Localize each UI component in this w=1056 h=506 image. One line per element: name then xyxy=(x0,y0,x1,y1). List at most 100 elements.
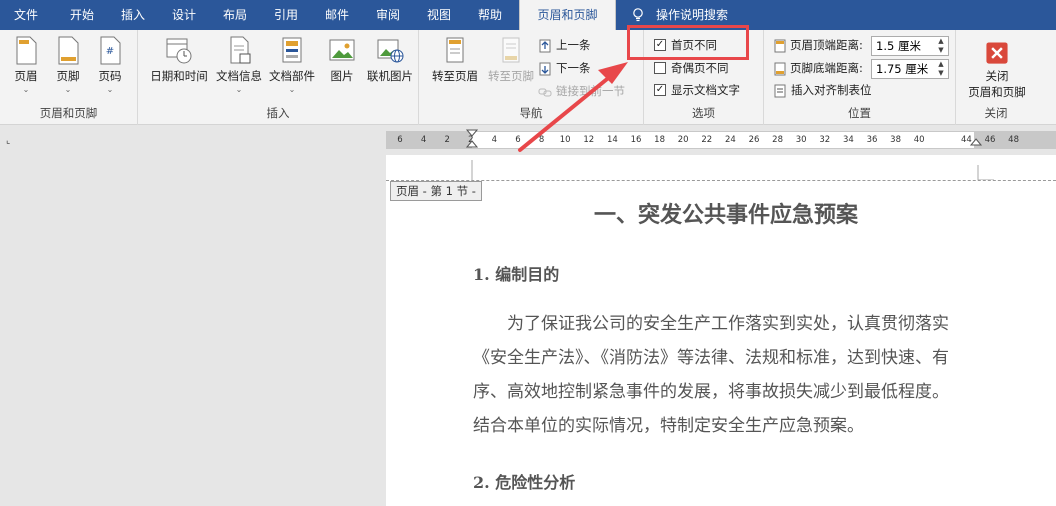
date-time-label: 日期和时间 xyxy=(150,69,208,83)
tab-references[interactable]: 引用 xyxy=(261,0,311,30)
group-label-position: 位置 xyxy=(848,106,871,120)
tab-layout[interactable]: 布局 xyxy=(210,0,260,30)
header-boundary-line xyxy=(386,180,1056,181)
chevron-down-icon: ⌄ xyxy=(64,85,72,94)
checkbox-box[interactable]: ✓ xyxy=(654,83,666,96)
close-label-line1: 关闭 xyxy=(985,69,1009,83)
ruler-tick-label: 40 xyxy=(913,135,925,145)
doc-parts-button[interactable]: 文档部件 ⌄ xyxy=(266,34,318,94)
show-document-text-checkbox[interactable]: ✓ 显示文档文字 xyxy=(654,80,740,100)
ruler-tick-label: 46 xyxy=(984,135,996,145)
svg-text:#: # xyxy=(106,46,114,57)
header-icon xyxy=(16,36,37,65)
chevron-down-icon: ⌄ xyxy=(22,85,30,94)
spin-arrows-icon[interactable]: ▲ ▼ xyxy=(936,37,946,55)
ruler-tick-label: 18 xyxy=(654,135,665,145)
tab-file[interactable]: 文件 xyxy=(0,0,52,30)
document-info-icon xyxy=(230,36,251,64)
footer-button-label: 页脚 xyxy=(56,69,80,83)
group-close: 关闭 页眉和页脚 关闭 xyxy=(956,30,1036,125)
document-title[interactable]: 一、突发公共事件应急预案 xyxy=(526,197,926,229)
document-page[interactable]: 页眉 - 第 1 节 - 一、突发公共事件应急预案 1. 编制目的 为了保证我公… xyxy=(386,155,1056,506)
tab-header-footer[interactable]: 页眉和页脚 xyxy=(519,0,616,30)
indent-marker-icon[interactable] xyxy=(466,129,478,151)
footer-position-icon xyxy=(774,62,786,75)
next-button[interactable]: 下一条 xyxy=(537,58,591,78)
doc-info-label: 文档信息 xyxy=(216,69,262,83)
next-label: 下一条 xyxy=(556,61,591,75)
body-paragraph[interactable]: 为了保证我公司的安全生产工作落实到实处，认真贯彻落实 《安全生产法》、《消防法》… xyxy=(473,307,983,443)
ruler-tick-label: 12 xyxy=(583,135,595,145)
tab-home[interactable]: 开始 xyxy=(57,0,107,30)
link-to-previous-label: 链接到前一节 xyxy=(556,84,625,98)
checkbox-box[interactable] xyxy=(654,61,666,74)
ruler-tick-label: 8 xyxy=(538,135,545,145)
show-document-text-label: 显示文档文字 xyxy=(671,83,740,97)
date-time-button[interactable]: 日期和时间 xyxy=(146,34,212,84)
group-position: 页眉顶端距离: 1.5 厘米 ▲ ▼ 页脚底端距离: 1.75 厘米 ▲ ▼ 插入对… xyxy=(764,30,956,125)
footer-icon xyxy=(58,36,79,65)
online-picture-label: 联机图片 xyxy=(367,69,413,83)
calendar-clock-icon xyxy=(166,38,192,64)
goto-footer-icon xyxy=(502,37,520,63)
goto-header-icon xyxy=(446,37,464,63)
ruler-tick-label: 10 xyxy=(559,135,571,145)
page-number-button[interactable]: # 页码 ⌄ xyxy=(90,34,130,94)
goto-footer-button[interactable]: 转至页脚 xyxy=(483,34,539,84)
group-label-close: 关闭 xyxy=(984,106,1008,120)
different-odd-even-label: 奇偶页不同 xyxy=(671,61,729,75)
group-label-insert: 插入 xyxy=(266,106,290,120)
link-to-previous-button[interactable]: 链接到前一节 xyxy=(537,81,625,101)
section-heading-2[interactable]: 2. 危险性分析 xyxy=(473,469,575,493)
tab-help[interactable]: 帮助 xyxy=(465,0,515,30)
lightbulb-icon xyxy=(633,8,643,22)
right-indent-marker-icon[interactable] xyxy=(970,138,982,150)
online-picture-button[interactable]: 联机图片 xyxy=(364,34,416,84)
paragraph-line: 为了保证我公司的安全生产工作落实到实处，认真贯彻落实 xyxy=(507,314,949,334)
tab-mailings[interactable]: 邮件 xyxy=(312,0,362,30)
crop-mark-right-icon xyxy=(977,165,994,180)
online-picture-icon xyxy=(377,39,404,63)
doc-info-button[interactable]: 文档信息 ⌄ xyxy=(214,34,264,94)
goto-header-button[interactable]: 转至页眉 xyxy=(427,34,483,84)
tab-review[interactable]: 审阅 xyxy=(363,0,413,30)
different-odd-even-checkbox[interactable]: 奇偶页不同 xyxy=(654,58,729,78)
spin-arrows-icon[interactable]: ▲ ▼ xyxy=(936,60,946,78)
tab-view[interactable]: 视图 xyxy=(414,0,464,30)
footer-button[interactable]: 页脚 ⌄ xyxy=(48,34,88,94)
ruler-tick-label: 22 xyxy=(701,135,713,145)
group-navigation: 转至页眉 转至页脚 上一条 下一条 链接到前一节 导航 xyxy=(419,30,644,125)
footer-from-bottom-value: 1.75 厘米 xyxy=(876,62,929,76)
tab-design[interactable]: 设计 xyxy=(159,0,209,30)
header-button[interactable]: 页眉 ⌄ xyxy=(6,34,46,94)
highlight-box xyxy=(627,25,749,60)
close-header-footer-button[interactable]: 关闭 页眉和页脚 xyxy=(960,40,1034,100)
ruler-tick-label: 28 xyxy=(772,135,783,145)
ruler-tick-label: 20 xyxy=(677,135,689,145)
ruler-tick-label: 4 xyxy=(491,135,498,145)
group-label-header-footer: 页眉和页脚 xyxy=(39,106,98,120)
tab-insert[interactable]: 插入 xyxy=(108,0,158,30)
ruler-tick-label: 16 xyxy=(630,135,642,145)
page-number-icon: # xyxy=(100,36,121,65)
previous-button[interactable]: 上一条 xyxy=(537,35,591,55)
next-section-icon xyxy=(539,62,551,75)
doc-parts-label: 文档部件 xyxy=(269,69,315,83)
header-section-tag: 页眉 - 第 1 节 - xyxy=(390,181,482,201)
ruler-tick-label: 48 xyxy=(1008,135,1019,145)
horizontal-ruler[interactable]: 6 4 2 2 4 6 8 10 12 14 16 18 20 22 24 26 28 30 32 34 36 38 40 4… xyxy=(386,129,1056,151)
close-label-line2: 页眉和页脚 xyxy=(968,85,1026,99)
crop-mark-left-icon xyxy=(471,160,473,180)
picture-button[interactable]: 图片 xyxy=(322,34,362,84)
insert-alignment-tab-label: 插入对齐制表位 xyxy=(791,83,872,97)
header-from-top-input[interactable]: 1.5 厘米 ▲ ▼ xyxy=(871,36,949,56)
footer-from-bottom-input[interactable]: 1.75 厘米 ▲ ▼ xyxy=(871,59,949,79)
section-heading-1[interactable]: 1. 编制目的 xyxy=(473,261,559,285)
tab-selector-icon[interactable]: ⌞ xyxy=(6,136,16,146)
header-from-top-value: 1.5 厘米 xyxy=(876,39,921,53)
insert-alignment-tab-button[interactable]: 插入对齐制表位 xyxy=(772,80,872,100)
alignment-tab-icon xyxy=(774,84,786,97)
ruler-tick-label: 38 xyxy=(890,135,901,145)
goto-header-label: 转至页眉 xyxy=(432,69,478,83)
picture-label: 图片 xyxy=(330,69,354,83)
